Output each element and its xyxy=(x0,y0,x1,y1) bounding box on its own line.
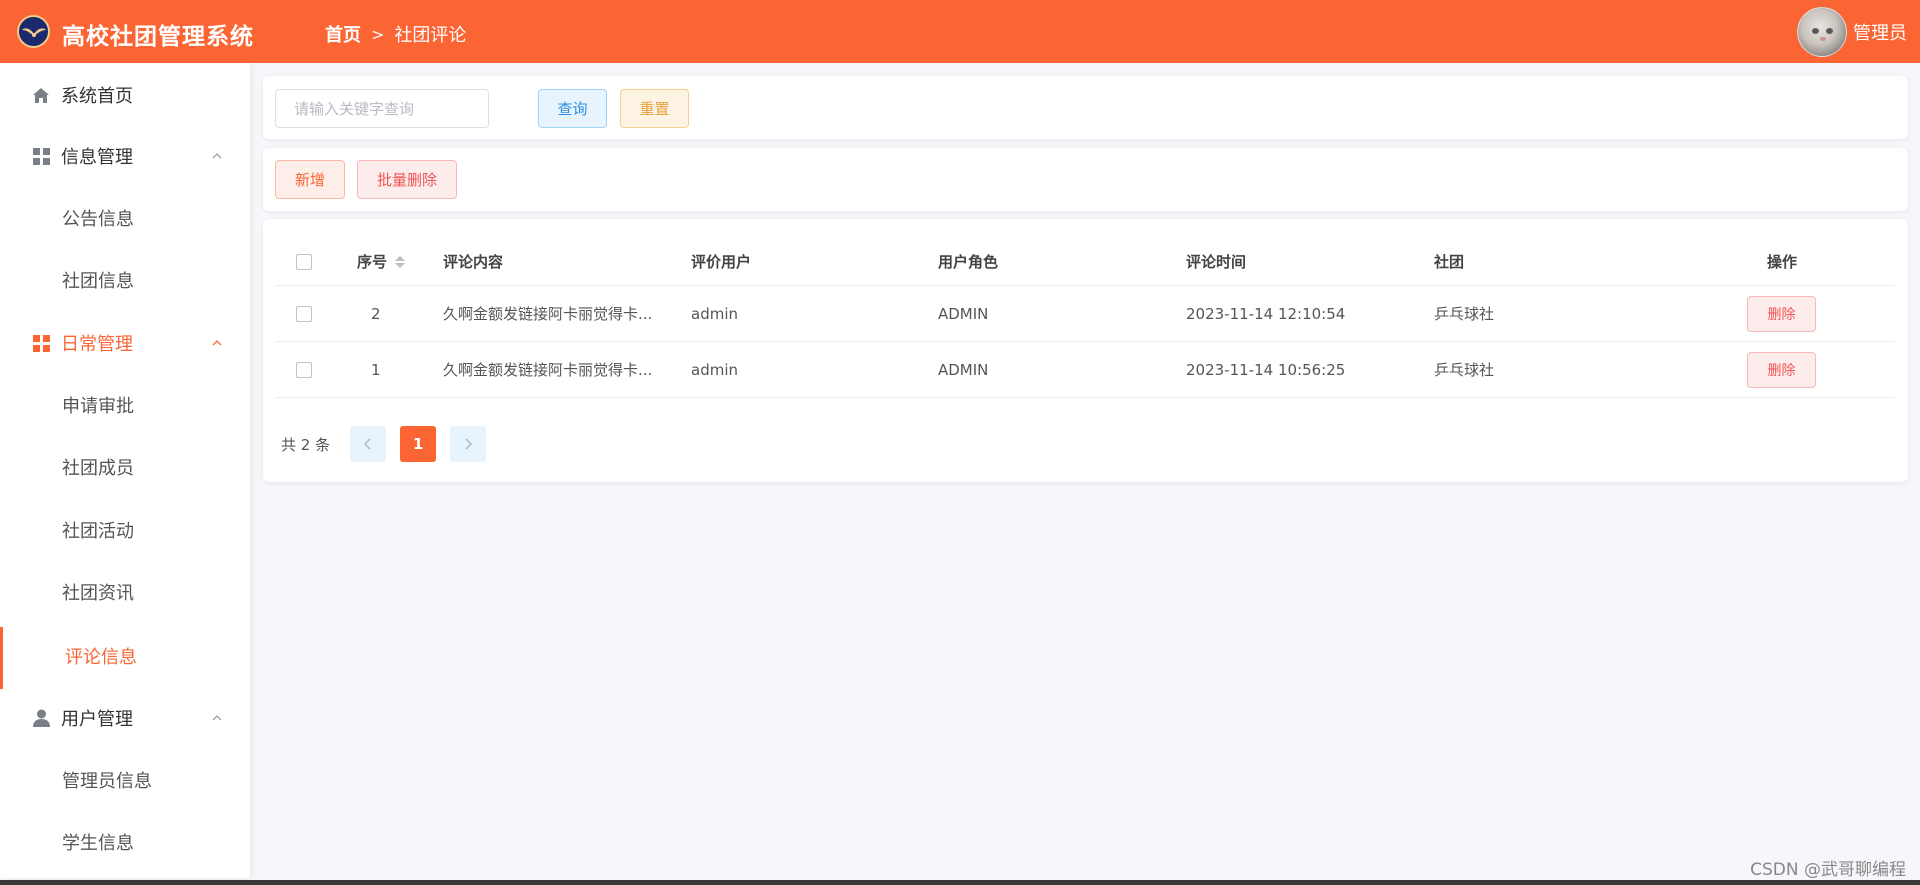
sidebar-group-label: 用户管理 xyxy=(61,709,133,730)
delete-button[interactable]: 删除 xyxy=(1747,351,1816,388)
sidebar-item-activities[interactable]: 社团活动 xyxy=(0,505,250,555)
sidebar-item-members[interactable]: 社团成员 xyxy=(0,442,250,492)
table-row: 1 久啊金额发链接阿卡丽觉得卡... admin ADMIN 2023-11-1… xyxy=(275,342,1895,398)
sidebar-group-user[interactable]: 用户管理 xyxy=(0,693,250,743)
row-content: 久啊金额发链接阿卡丽觉得卡... xyxy=(443,361,653,379)
sidebar-group-info[interactable]: 信息管理 xyxy=(0,131,250,181)
row-club: 乒乓球社 xyxy=(1434,305,1495,323)
sidebar-group-daily[interactable]: 日常管理 xyxy=(0,318,250,368)
row-checkbox-cell xyxy=(296,286,312,341)
row-checkbox-cell xyxy=(296,342,312,397)
page-number-current[interactable]: 1 xyxy=(400,426,437,462)
sidebar-item-label: 社团资讯 xyxy=(62,583,134,604)
add-button[interactable]: 新增 xyxy=(275,160,345,199)
delete-button[interactable]: 删除 xyxy=(1747,295,1816,332)
user-icon xyxy=(31,708,51,728)
avatar[interactable] xyxy=(1797,7,1847,57)
row-content: 久啊金额发链接阿卡丽觉得卡... xyxy=(443,305,653,323)
user-name[interactable]: 管理员 xyxy=(1853,19,1907,45)
search-input[interactable] xyxy=(275,89,489,128)
row-role: ADMIN xyxy=(938,360,989,379)
row-ops-cell: 删除 xyxy=(1747,286,1816,341)
row-role: ADMIN xyxy=(938,304,989,323)
reset-button[interactable]: 重置 xyxy=(620,89,689,128)
table-panel: 序号 评论内容 评价用户 用户角色 评论时间 社团 操作 2 久啊金额发链接阿卡… xyxy=(263,219,1908,482)
sidebar-group-label: 日常管理 xyxy=(61,334,133,355)
breadcrumb-separator: > xyxy=(371,24,385,44)
row-time: 2023-11-14 12:10:54 xyxy=(1186,304,1346,323)
sidebar-item-notice[interactable]: 公告信息 xyxy=(0,193,250,243)
sidebar-item-students[interactable]: 学生信息 xyxy=(0,817,250,867)
chevron-up-icon xyxy=(212,340,222,346)
bottom-border xyxy=(0,880,1920,885)
sidebar-item-label: 公告信息 xyxy=(62,209,134,230)
table-row: 2 久啊金额发链接阿卡丽觉得卡... admin ADMIN 2023-11-1… xyxy=(275,286,1895,342)
app-title: 高校社团管理系统 xyxy=(62,24,254,50)
table-header: 序号 评论内容 评价用户 用户角色 评论时间 社团 操作 xyxy=(275,238,1895,286)
grid-icon xyxy=(31,333,51,353)
next-page-button[interactable] xyxy=(450,426,487,462)
prev-page-button[interactable] xyxy=(350,426,387,462)
pagination: 共 2 条 1 xyxy=(281,426,500,462)
breadcrumb-home[interactable]: 首页 xyxy=(325,21,361,47)
batch-delete-button[interactable]: 批量删除 xyxy=(357,160,457,199)
action-panel: 新增 批量删除 xyxy=(263,148,1908,211)
select-all-checkbox[interactable] xyxy=(296,253,312,270)
chevron-left-icon xyxy=(364,438,371,450)
sidebar-item-admins[interactable]: 管理员信息 xyxy=(0,755,250,805)
row-club: 乒乓球社 xyxy=(1434,361,1495,379)
header-content: 评论内容 xyxy=(443,253,504,271)
sidebar-item-comments[interactable]: 评论信息 xyxy=(0,631,250,681)
sidebar-item-label: 系统首页 xyxy=(61,86,133,107)
row-index: 2 xyxy=(371,304,381,323)
sidebar-item-label: 申请审批 xyxy=(62,396,134,417)
chevron-up-icon xyxy=(212,153,222,159)
row-user: admin xyxy=(691,360,738,379)
row-user: admin xyxy=(691,304,738,323)
app-logo xyxy=(17,15,50,48)
sidebar-item-label: 社团信息 xyxy=(62,271,134,292)
grid-icon xyxy=(31,146,51,166)
breadcrumb-current: 社团评论 xyxy=(394,25,467,46)
row-checkbox[interactable] xyxy=(296,305,312,322)
sidebar-item-club-info[interactable]: 社团信息 xyxy=(0,255,250,305)
pagination-total: 共 2 条 xyxy=(281,435,331,454)
sidebar-item-label: 学生信息 xyxy=(62,833,134,854)
breadcrumb: 首页 > 社团评论 xyxy=(325,21,466,47)
row-ops-cell: 删除 xyxy=(1747,342,1816,397)
sidebar-group-label: 信息管理 xyxy=(61,147,133,168)
home-icon xyxy=(31,85,51,105)
header-ops: 操作 xyxy=(1767,253,1798,271)
sidebar-item-approval[interactable]: 申请审批 xyxy=(0,380,250,430)
header-checkbox-cell xyxy=(296,238,312,285)
sidebar-item-label: 社团活动 xyxy=(62,521,134,542)
row-checkbox[interactable] xyxy=(296,361,312,378)
header-role: 用户角色 xyxy=(938,253,999,271)
search-panel: 查询 重置 xyxy=(263,76,1908,139)
sidebar-item-label: 评论信息 xyxy=(65,647,137,668)
header-user: 评价用户 xyxy=(691,253,752,271)
sidebar-item-home[interactable]: 系统首页 xyxy=(0,70,250,120)
header-index-cell[interactable]: 序号 xyxy=(357,238,406,285)
user-menu[interactable]: 管理员 xyxy=(1797,7,1907,57)
watermark: CSDN @武哥聊编程 xyxy=(1750,860,1906,880)
sidebar: 系统首页 信息管理 公告信息 社团信息 日常管理 申请审批 社团成员 社团活动 … xyxy=(0,63,250,878)
top-header: 高校社团管理系统 首页 > 社团评论 管理员 xyxy=(0,0,1920,63)
row-index: 1 xyxy=(371,360,381,379)
sidebar-item-label: 社团成员 xyxy=(62,458,134,479)
sort-icon[interactable] xyxy=(395,255,406,268)
header-club: 社团 xyxy=(1434,253,1465,271)
chevron-right-icon xyxy=(465,438,473,450)
comments-table: 序号 评论内容 评价用户 用户角色 评论时间 社团 操作 2 久啊金额发链接阿卡… xyxy=(275,238,1895,398)
row-time: 2023-11-14 10:56:25 xyxy=(1186,360,1346,379)
header-index: 序号 xyxy=(357,253,388,271)
sidebar-item-news[interactable]: 社团资讯 xyxy=(0,567,250,617)
header-time: 评论时间 xyxy=(1186,253,1247,271)
query-button[interactable]: 查询 xyxy=(538,89,607,128)
sidebar-item-label: 管理员信息 xyxy=(62,771,152,792)
chevron-up-icon xyxy=(212,715,222,721)
